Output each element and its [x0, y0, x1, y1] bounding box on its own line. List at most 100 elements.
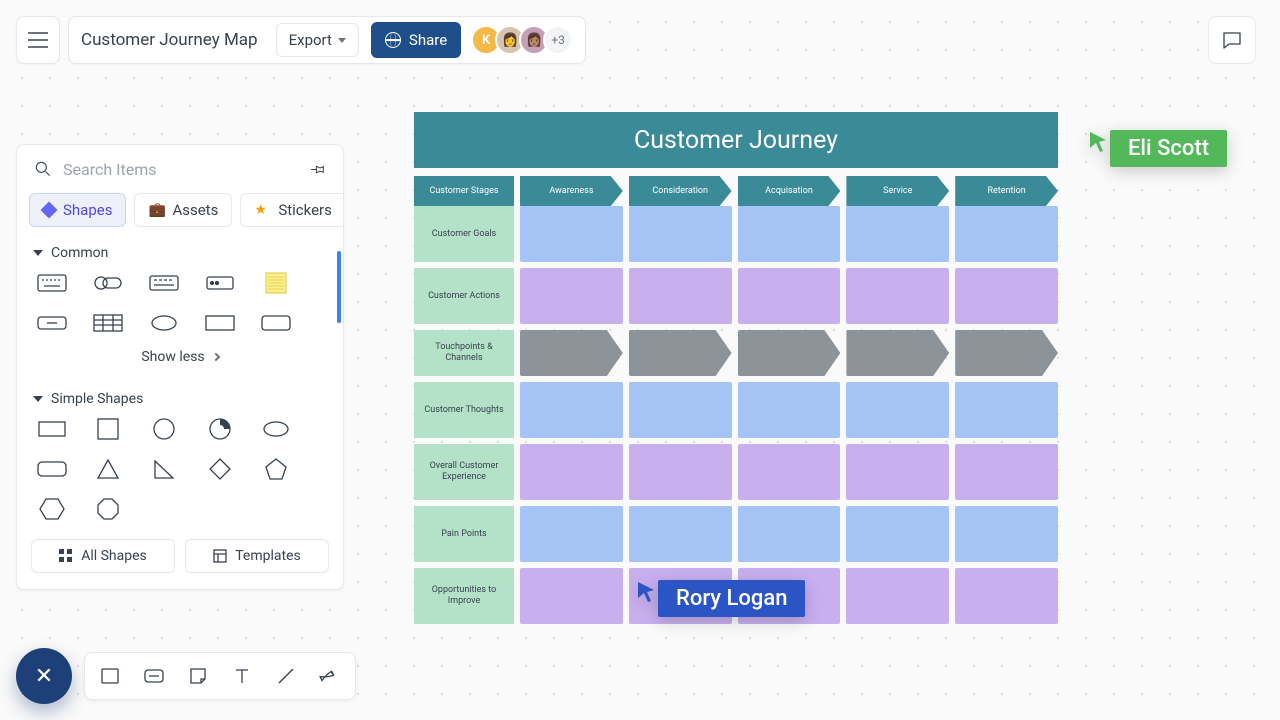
cell[interactable]	[846, 330, 949, 376]
cell[interactable]	[629, 268, 732, 324]
cell[interactable]	[955, 382, 1058, 438]
row-label[interactable]: Customer Actions	[414, 268, 514, 324]
stage-cell[interactable]: Service	[846, 176, 949, 206]
avatar-stack[interactable]: K 👩 👩🏽 +3	[477, 25, 573, 55]
cell[interactable]	[846, 568, 949, 624]
tool-strip	[84, 652, 356, 700]
cell[interactable]	[846, 382, 949, 438]
grid-icon	[59, 549, 73, 563]
row-label[interactable]: Overall Customer Experience	[414, 444, 514, 500]
chat-button[interactable]	[1208, 16, 1256, 64]
shape-diamond[interactable]	[203, 459, 237, 479]
search-input[interactable]	[63, 160, 309, 179]
section-header-common[interactable]: Common	[33, 245, 327, 261]
journey-title[interactable]: Customer Journey	[414, 112, 1058, 168]
journey-map[interactable]: Customer Journey Customer Stages Awarene…	[414, 112, 1058, 624]
cell[interactable]	[955, 330, 1058, 376]
cell[interactable]	[520, 206, 623, 262]
label-tool[interactable]	[143, 665, 165, 687]
cell[interactable]	[846, 206, 949, 262]
chevron-down-icon	[33, 396, 43, 402]
cell[interactable]	[955, 268, 1058, 324]
panel-scrollbar[interactable]	[337, 251, 341, 323]
stage-cell[interactable]: Consideration	[629, 176, 732, 206]
row-label[interactable]: Pain Points	[414, 506, 514, 562]
pin-icon[interactable]	[309, 160, 327, 178]
section-header-simple[interactable]: Simple Shapes	[33, 391, 327, 407]
shape-triangle[interactable]	[91, 459, 125, 479]
cell[interactable]	[846, 506, 949, 562]
stage-cell[interactable]: Acquisation	[738, 176, 841, 206]
cell[interactable]	[629, 444, 732, 500]
stage-cell[interactable]: Retention	[955, 176, 1058, 206]
cell[interactable]	[738, 268, 841, 324]
row-label[interactable]: Customer Goals	[414, 206, 514, 262]
shape-keyboard[interactable]	[35, 273, 69, 293]
shape-hexagon[interactable]	[35, 499, 69, 519]
shape-rounded-rect[interactable]	[35, 459, 69, 479]
shape-oval[interactable]	[259, 419, 293, 439]
cell[interactable]	[738, 330, 841, 376]
bottom-toolbar: ✕	[16, 648, 356, 704]
shape-table[interactable]	[91, 313, 125, 333]
row-label[interactable]: Opportunities to Improve	[414, 568, 514, 624]
shape-octagon[interactable]	[91, 499, 125, 519]
all-shapes-button[interactable]: All Shapes	[31, 539, 175, 573]
cell[interactable]	[846, 444, 949, 500]
cell[interactable]	[738, 506, 841, 562]
shape-button[interactable]	[35, 313, 69, 333]
show-less-toggle[interactable]: Show less	[33, 341, 327, 377]
journey-row: Customer Actions	[414, 268, 1058, 324]
cell[interactable]	[629, 330, 732, 376]
cell[interactable]	[520, 506, 623, 562]
stages-label[interactable]: Customer Stages	[414, 176, 514, 206]
cell[interactable]	[955, 568, 1058, 624]
share-button[interactable]: Share	[371, 22, 461, 58]
sticky-tool[interactable]	[187, 665, 209, 687]
shape-rectangle[interactable]	[35, 419, 69, 439]
shape-input[interactable]	[203, 273, 237, 293]
tab-stickers[interactable]: ★ Stickers	[240, 193, 344, 227]
cell[interactable]	[520, 382, 623, 438]
cell[interactable]	[629, 206, 732, 262]
cell[interactable]	[629, 506, 732, 562]
cell[interactable]	[955, 444, 1058, 500]
line-tool[interactable]	[275, 665, 297, 687]
shape-pentagon[interactable]	[259, 459, 293, 479]
cell[interactable]	[846, 268, 949, 324]
tab-shapes[interactable]: Shapes	[29, 193, 126, 227]
hamburger-menu-button[interactable]	[16, 16, 60, 64]
shape-rect[interactable]	[203, 313, 237, 333]
text-tool[interactable]	[231, 665, 253, 687]
shape-tag[interactable]	[91, 273, 125, 293]
avatar-overflow-count[interactable]: +3	[543, 25, 573, 55]
cell[interactable]	[738, 444, 841, 500]
row-label[interactable]: Touchpoints & Channels	[414, 330, 514, 376]
cell[interactable]	[520, 330, 623, 376]
document-title[interactable]: Customer Journey Map	[81, 30, 264, 50]
cell[interactable]	[738, 206, 841, 262]
cell[interactable]	[520, 444, 623, 500]
shape-sticky[interactable]	[259, 273, 293, 293]
row-label[interactable]: Customer Thoughts	[414, 382, 514, 438]
shape-keyboard-2[interactable]	[147, 273, 181, 293]
shape-rect-round[interactable]	[259, 313, 293, 333]
cell[interactable]	[520, 568, 623, 624]
cell[interactable]	[955, 506, 1058, 562]
shape-donut[interactable]	[203, 419, 237, 439]
shape-ellipse[interactable]	[147, 313, 181, 333]
close-panel-button[interactable]: ✕	[16, 648, 72, 704]
stage-cell[interactable]: Awareness	[520, 176, 623, 206]
templates-button[interactable]: Templates	[185, 539, 329, 573]
tab-assets[interactable]: 💼 Assets	[134, 193, 232, 227]
cell[interactable]	[955, 206, 1058, 262]
shape-circle[interactable]	[147, 419, 181, 439]
cell[interactable]	[629, 382, 732, 438]
cell[interactable]	[520, 268, 623, 324]
rectangle-tool[interactable]	[99, 665, 121, 687]
shape-right-triangle[interactable]	[147, 459, 181, 479]
export-button[interactable]: Export	[276, 23, 359, 57]
pen-tool[interactable]	[319, 665, 341, 687]
cell[interactable]	[738, 382, 841, 438]
shape-square[interactable]	[91, 419, 125, 439]
